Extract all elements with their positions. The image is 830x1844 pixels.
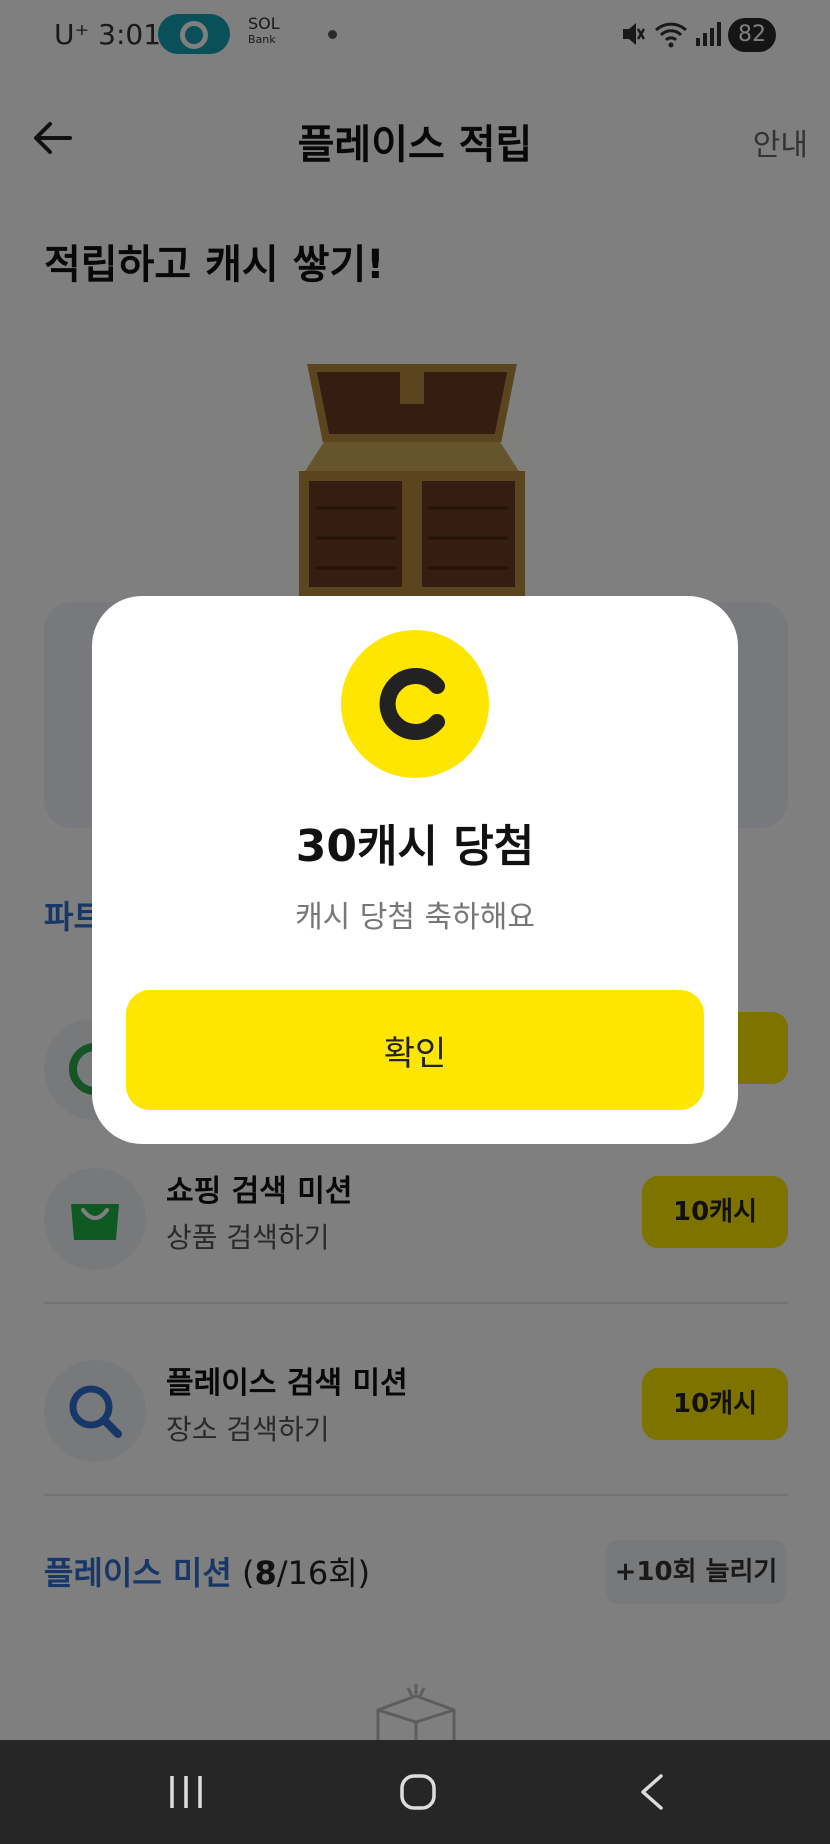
recent-apps-icon bbox=[170, 1776, 202, 1808]
system-navigation-bar bbox=[0, 1740, 830, 1844]
home-button[interactable] bbox=[358, 1740, 478, 1844]
reward-modal: 30캐시 당첨 캐시 당첨 축하해요 확인 bbox=[92, 596, 738, 1144]
cash-coin-icon bbox=[341, 630, 489, 778]
recent-apps-button[interactable] bbox=[126, 1740, 246, 1844]
back-button[interactable] bbox=[592, 1740, 712, 1844]
home-icon bbox=[400, 1774, 436, 1810]
modal-title: 30캐시 당첨 bbox=[295, 821, 535, 872]
confirm-button[interactable]: 확인 bbox=[126, 990, 704, 1110]
modal-subtitle: 캐시 당첨 축하해요 bbox=[295, 900, 535, 935]
back-chevron-icon bbox=[641, 1774, 663, 1810]
